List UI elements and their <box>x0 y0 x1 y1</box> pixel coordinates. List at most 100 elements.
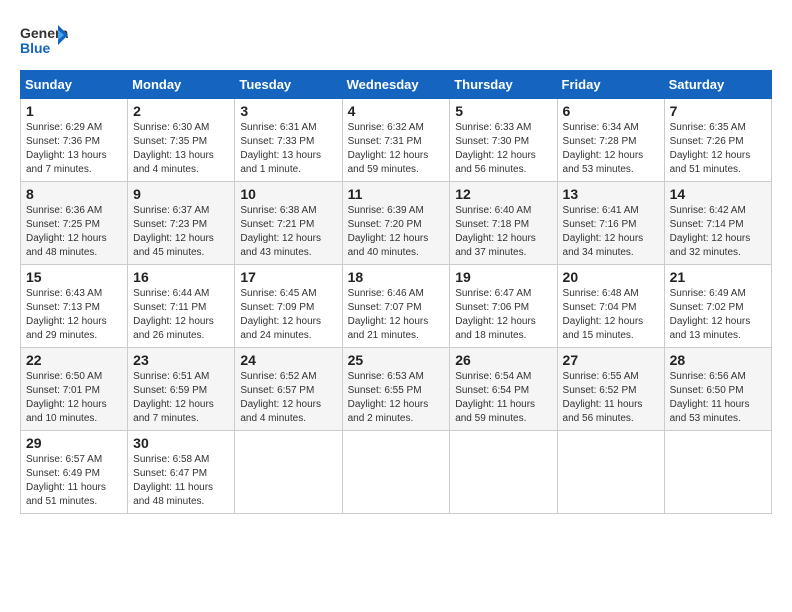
day-cell: 3 Sunrise: 6:31 AM Sunset: 7:33 PM Daylig… <box>235 99 342 182</box>
week-row-3: 15Sunrise: 6:43 AM Sunset: 7:13 PM Dayli… <box>21 265 772 348</box>
day-cell: 2 Sunrise: 6:30 AM Sunset: 7:35 PM Daylig… <box>128 99 235 182</box>
day-info: Sunrise: 6:39 AM Sunset: 7:20 PM Dayligh… <box>348 204 445 260</box>
day-number: 17 <box>240 269 336 285</box>
column-header-thursday: Thursday <box>450 71 557 99</box>
day-number: 9 <box>133 186 229 202</box>
day-cell: 1 Sunrise: 6:29 AM Sunset: 7:36 PM Daylig… <box>21 99 128 182</box>
day-info: Sunrise: 6:44 AM Sunset: 7:11 PM Dayligh… <box>133 287 229 343</box>
day-number: 25 <box>348 352 445 368</box>
week-row-5: 29Sunrise: 6:57 AM Sunset: 6:49 PM Dayli… <box>21 431 772 514</box>
day-cell: 26 Sunrise: 6:54 AM Sunset: 6:54 PM Dayli… <box>450 348 557 431</box>
day-cell: 9 Sunrise: 6:37 AM Sunset: 7:23 PM Daylig… <box>128 182 235 265</box>
day-info: Sunrise: 6:31 AM Sunset: 7:33 PM Dayligh… <box>240 121 336 177</box>
day-cell <box>557 431 664 514</box>
day-cell: 19 Sunrise: 6:47 AM Sunset: 7:06 PM Dayli… <box>450 265 557 348</box>
day-info: Sunrise: 6:40 AM Sunset: 7:18 PM Dayligh… <box>455 204 551 260</box>
day-number: 2 <box>133 103 229 119</box>
day-info: Sunrise: 6:42 AM Sunset: 7:14 PM Dayligh… <box>670 204 766 260</box>
day-number: 19 <box>455 269 551 285</box>
day-cell: 8 Sunrise: 6:36 AM Sunset: 7:25 PM Daylig… <box>21 182 128 265</box>
day-cell <box>664 431 771 514</box>
day-cell: 7Sunrise: 6:35 AM Sunset: 7:26 PM Daylig… <box>664 99 771 182</box>
day-number: 28 <box>670 352 766 368</box>
day-cell: 29Sunrise: 6:57 AM Sunset: 6:49 PM Dayli… <box>21 431 128 514</box>
day-cell <box>450 431 557 514</box>
day-number: 20 <box>563 269 659 285</box>
day-number: 1 <box>26 103 122 119</box>
day-cell: 20 Sunrise: 6:48 AM Sunset: 7:04 PM Dayli… <box>557 265 664 348</box>
day-info: Sunrise: 6:35 AM Sunset: 7:26 PM Dayligh… <box>670 121 766 177</box>
day-number: 16 <box>133 269 229 285</box>
day-cell: 11 Sunrise: 6:39 AM Sunset: 7:20 PM Dayli… <box>342 182 450 265</box>
day-cell: 25 Sunrise: 6:53 AM Sunset: 6:55 PM Dayli… <box>342 348 450 431</box>
day-number: 22 <box>26 352 122 368</box>
day-info: Sunrise: 6:48 AM Sunset: 7:04 PM Dayligh… <box>563 287 659 343</box>
column-header-monday: Monday <box>128 71 235 99</box>
week-row-2: 8 Sunrise: 6:36 AM Sunset: 7:25 PM Daylig… <box>21 182 772 265</box>
day-number: 6 <box>563 103 659 119</box>
week-row-1: 1 Sunrise: 6:29 AM Sunset: 7:36 PM Daylig… <box>21 99 772 182</box>
day-info: Sunrise: 6:52 AM Sunset: 6:57 PM Dayligh… <box>240 370 336 426</box>
day-cell: 4 Sunrise: 6:32 AM Sunset: 7:31 PM Daylig… <box>342 99 450 182</box>
day-number: 11 <box>348 186 445 202</box>
day-cell: 10Sunrise: 6:38 AM Sunset: 7:21 PM Dayli… <box>235 182 342 265</box>
day-info: Sunrise: 6:29 AM Sunset: 7:36 PM Dayligh… <box>26 121 122 177</box>
day-cell: 17 Sunrise: 6:45 AM Sunset: 7:09 PM Dayli… <box>235 265 342 348</box>
week-row-4: 22 Sunrise: 6:50 AM Sunset: 7:01 PM Dayli… <box>21 348 772 431</box>
day-number: 5 <box>455 103 551 119</box>
day-number: 26 <box>455 352 551 368</box>
day-cell: 28 Sunrise: 6:56 AM Sunset: 6:50 PM Dayli… <box>664 348 771 431</box>
day-number: 24 <box>240 352 336 368</box>
day-info: Sunrise: 6:56 AM Sunset: 6:50 PM Dayligh… <box>670 370 766 426</box>
day-info: Sunrise: 6:34 AM Sunset: 7:28 PM Dayligh… <box>563 121 659 177</box>
day-cell: 27Sunrise: 6:55 AM Sunset: 6:52 PM Dayli… <box>557 348 664 431</box>
column-header-tuesday: Tuesday <box>235 71 342 99</box>
day-number: 27 <box>563 352 659 368</box>
day-info: Sunrise: 6:57 AM Sunset: 6:49 PM Dayligh… <box>26 453 122 509</box>
day-number: 4 <box>348 103 445 119</box>
day-info: Sunrise: 6:49 AM Sunset: 7:02 PM Dayligh… <box>670 287 766 343</box>
day-number: 21 <box>670 269 766 285</box>
day-number: 18 <box>348 269 445 285</box>
day-number: 23 <box>133 352 229 368</box>
day-info: Sunrise: 6:53 AM Sunset: 6:55 PM Dayligh… <box>348 370 445 426</box>
day-cell: 13 Sunrise: 6:41 AM Sunset: 7:16 PM Dayli… <box>557 182 664 265</box>
day-info: Sunrise: 6:50 AM Sunset: 7:01 PM Dayligh… <box>26 370 122 426</box>
day-number: 12 <box>455 186 551 202</box>
day-info: Sunrise: 6:47 AM Sunset: 7:06 PM Dayligh… <box>455 287 551 343</box>
column-header-friday: Friday <box>557 71 664 99</box>
day-number: 8 <box>26 186 122 202</box>
day-number: 3 <box>240 103 336 119</box>
day-info: Sunrise: 6:32 AM Sunset: 7:31 PM Dayligh… <box>348 121 445 177</box>
day-number: 13 <box>563 186 659 202</box>
day-info: Sunrise: 6:41 AM Sunset: 7:16 PM Dayligh… <box>563 204 659 260</box>
svg-text:Blue: Blue <box>20 40 51 56</box>
day-cell: 24 Sunrise: 6:52 AM Sunset: 6:57 PM Dayli… <box>235 348 342 431</box>
day-cell: 15Sunrise: 6:43 AM Sunset: 7:13 PM Dayli… <box>21 265 128 348</box>
day-cell: 5 Sunrise: 6:33 AM Sunset: 7:30 PM Daylig… <box>450 99 557 182</box>
day-info: Sunrise: 6:46 AM Sunset: 7:07 PM Dayligh… <box>348 287 445 343</box>
logo: General Blue <box>20 20 72 58</box>
day-info: Sunrise: 6:30 AM Sunset: 7:35 PM Dayligh… <box>133 121 229 177</box>
day-info: Sunrise: 6:36 AM Sunset: 7:25 PM Dayligh… <box>26 204 122 260</box>
day-cell: 12 Sunrise: 6:40 AM Sunset: 7:18 PM Dayli… <box>450 182 557 265</box>
day-cell <box>235 431 342 514</box>
day-info: Sunrise: 6:54 AM Sunset: 6:54 PM Dayligh… <box>455 370 551 426</box>
day-cell: 22 Sunrise: 6:50 AM Sunset: 7:01 PM Dayli… <box>21 348 128 431</box>
header: General Blue <box>20 20 772 58</box>
day-number: 10 <box>240 186 336 202</box>
column-header-saturday: Saturday <box>664 71 771 99</box>
column-header-sunday: Sunday <box>21 71 128 99</box>
day-info: Sunrise: 6:43 AM Sunset: 7:13 PM Dayligh… <box>26 287 122 343</box>
calendar-body: 1 Sunrise: 6:29 AM Sunset: 7:36 PM Daylig… <box>21 99 772 514</box>
calendar-header-row: SundayMondayTuesdayWednesdayThursdayFrid… <box>21 71 772 99</box>
day-info: Sunrise: 6:37 AM Sunset: 7:23 PM Dayligh… <box>133 204 229 260</box>
day-info: Sunrise: 6:45 AM Sunset: 7:09 PM Dayligh… <box>240 287 336 343</box>
day-cell: 14Sunrise: 6:42 AM Sunset: 7:14 PM Dayli… <box>664 182 771 265</box>
day-cell: 30Sunrise: 6:58 AM Sunset: 6:47 PM Dayli… <box>128 431 235 514</box>
day-cell <box>342 431 450 514</box>
day-cell: 18 Sunrise: 6:46 AM Sunset: 7:07 PM Dayli… <box>342 265 450 348</box>
day-info: Sunrise: 6:33 AM Sunset: 7:30 PM Dayligh… <box>455 121 551 177</box>
calendar-table: SundayMondayTuesdayWednesdayThursdayFrid… <box>20 70 772 514</box>
day-cell: 6 Sunrise: 6:34 AM Sunset: 7:28 PM Daylig… <box>557 99 664 182</box>
